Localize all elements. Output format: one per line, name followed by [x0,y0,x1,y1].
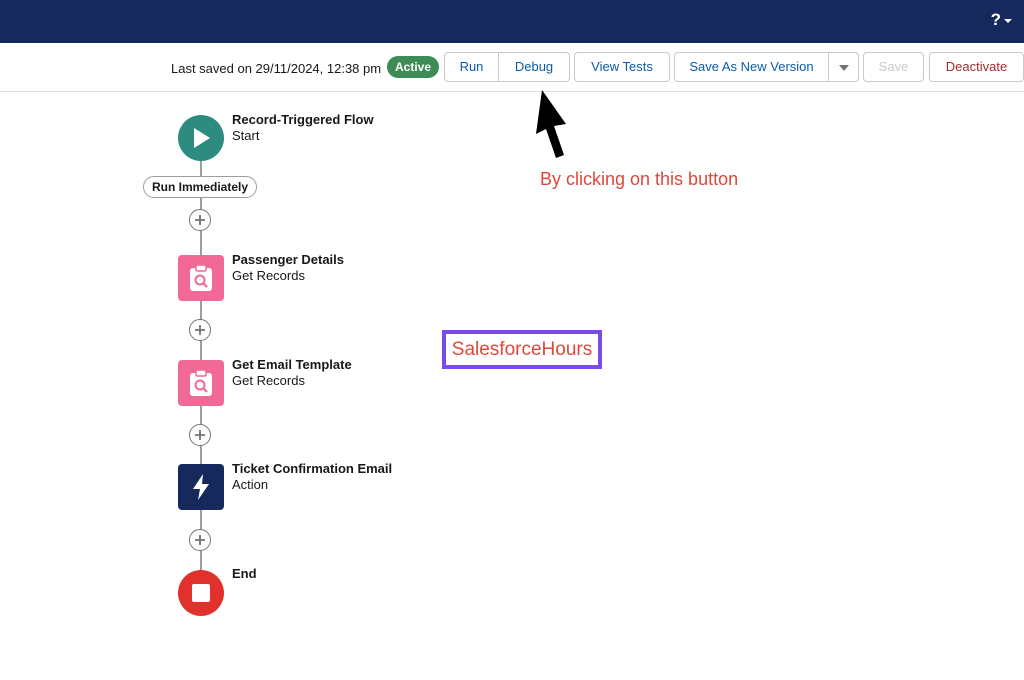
debug-button[interactable]: Debug [499,52,570,82]
annotation-text: By clicking on this button [540,169,739,189]
get-records-icon [190,264,212,291]
plus-icon [195,535,205,545]
ticket-confirmation-email-node[interactable] [178,464,224,510]
end-node[interactable] [178,570,224,616]
plus-icon [195,215,205,225]
flow-toolbar: Last saved on 29/11/2024, 12:38 pm Activ… [0,43,1024,92]
start-node-subtitle: Start [232,128,260,143]
run-button[interactable]: Run [444,52,499,82]
save-options-dropdown[interactable] [829,52,859,82]
deactivate-button[interactable]: Deactivate [929,52,1024,82]
node-subtitle: Get Records [232,268,305,283]
add-element-button[interactable] [189,529,211,551]
get-records-icon [190,369,212,396]
chevron-down-icon [838,64,849,71]
watermark-logo: SalesforceHours [442,330,602,369]
save-as-new-version-button[interactable]: Save As New Version [674,52,829,82]
start-node[interactable] [178,115,224,161]
end-node-title: End [232,566,257,581]
start-node-title: Record-Triggered Flow [232,112,374,127]
node-title: Passenger Details [232,252,345,267]
status-badge: Active [387,56,440,78]
plus-icon [195,325,205,335]
help-menu-button[interactable]: ? [991,10,1012,30]
get-email-template-node[interactable] [178,360,224,406]
last-saved-text: Last saved on 29/11/2024, 12:38 pm [171,61,382,76]
top-bar: ? [0,0,1024,43]
plus-icon [195,430,205,440]
node-subtitle: Action [232,477,269,492]
add-element-button[interactable] [189,319,211,341]
add-element-button[interactable] [189,209,211,231]
passenger-details-node[interactable] [178,255,224,301]
run-immediately-label[interactable]: Run Immediately [143,176,258,198]
chevron-down-icon [1004,19,1012,23]
save-button[interactable]: Save [863,52,924,82]
view-tests-button[interactable]: View Tests [574,52,670,82]
node-title: Ticket Confirmation Email [232,461,393,476]
node-title: Get Email Template [232,357,352,372]
node-subtitle: Get Records [232,373,305,388]
play-icon [194,128,210,148]
add-element-button[interactable] [189,424,211,446]
arrow-pointer-icon [536,90,566,158]
help-icon: ? [990,10,1001,29]
lightning-icon [193,474,209,500]
stop-icon [192,584,210,602]
